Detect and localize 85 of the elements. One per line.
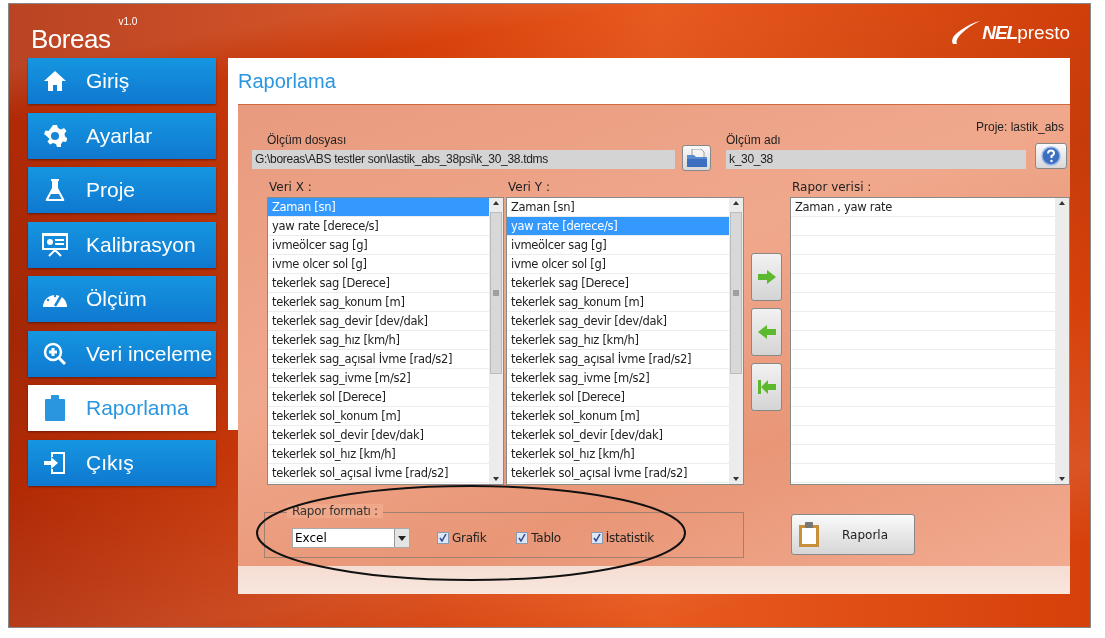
list-item[interactable]: tekerlek sol_açısal İvme [rad/s2] [268,464,489,483]
dropdown-arrow-icon[interactable] [398,535,406,541]
settings-icon [43,123,67,148]
sidebar-item[interactable]: Ölçüm [28,276,216,322]
list-item[interactable]: tekerlek sag [Derece] [268,274,489,293]
list-item[interactable]: tekerlek sag_hız [km/h] [268,331,489,350]
list-item[interactable]: tekerlek sol_devir [dev/dak] [268,426,489,445]
checkbox[interactable]: Grafik [437,531,487,545]
checkmark-icon [592,534,601,542]
group-label: Rapor formatı : [287,504,383,518]
file-path-field[interactable]: G:\boreas\ABS testler son\lastik_abs_38psi\k_30_38.tdms [252,150,675,169]
list-item[interactable]: tekerlek sag_konum [m] [268,293,489,312]
list-item[interactable]: tekerlek sol_hız [km/h] [268,445,489,464]
flask-icon [45,178,65,202]
list-label: Veri Y : [507,180,551,196]
help-button[interactable] [1035,143,1067,169]
list-item[interactable]: tekerlek sol_açısal İvme [rad/s2] [507,464,729,483]
home-icon [43,70,67,92]
sidebar-item[interactable]: Ayarlar [28,112,216,159]
list-item[interactable]: tekerlek sol_konum [m] [507,407,729,426]
presentation-board-icon [42,232,68,257]
list-item[interactable]: ivme olcer sol [g] [268,255,489,274]
list-item[interactable]: tekerlek sol_konum [m] [268,407,489,426]
format-dropdown[interactable]: Excel [292,528,410,548]
list-item[interactable]: tekerlek sag_konum [m] [507,293,729,312]
zoom-in-icon [43,341,67,366]
add-button[interactable] [751,253,782,301]
logo-mark: NEL [982,22,1018,44]
open-folder-button[interactable] [682,145,711,171]
sidebar-item[interactable]: Proje [28,167,216,213]
sidebar-item[interactable]: Giriş [28,58,216,104]
list-label: Rapor verisi : [791,180,873,196]
list-item[interactable]: tekerlek sol_devir [dev/dak] [507,426,729,445]
checkmark-icon [439,534,447,542]
help-icon [1041,146,1061,166]
first-arrow-icon [757,380,776,394]
clipboard-icon [798,521,820,548]
grip-icon [493,290,499,296]
list-item[interactable]: tekerlek sag [Derece] [507,274,729,293]
list-box[interactable]: Zaman , yaw rate [790,197,1070,485]
swoosh-icon [951,20,982,46]
list-box[interactable] [267,197,504,485]
list-item[interactable]: tekerlek sag_ivme [m/s2] [507,369,729,388]
logo-text: presto [1017,22,1070,44]
measurement-name-field[interactable]: k_30_38 [726,150,1026,169]
list-item[interactable]: tekerlek sag_ivme [m/s2] [268,369,489,388]
checkmark-icon [518,534,527,542]
report-button[interactable]: Raporla [791,514,915,555]
folder-icon [685,149,708,167]
checkbox[interactable]: İstatistik [590,531,654,545]
clear-button[interactable] [751,363,782,411]
page-title: Raporlama [238,69,336,93]
list-item[interactable]: tekerlek sag_devir [dev/dak] [268,312,489,331]
sidebar-item[interactable]: Kalibrasyon [28,221,216,268]
list-item[interactable]: tekerlek sag_açısal İvme [rad/s2] [268,350,489,369]
list-item[interactable]: ivmeölcer sag [g] [268,236,489,255]
list-box[interactable] [506,197,744,485]
sidebar-item[interactable]: Çıkış [28,439,216,486]
list-item[interactable]: tekerlek sol [Derece] [507,388,729,407]
version-label: v1.0 [118,16,138,29]
checkbox[interactable]: Tablo [516,531,561,545]
grip-icon [733,290,739,296]
list-item[interactable]: ivmeölcer sag [g] [507,236,729,255]
right-arrow-icon [757,270,776,284]
exit-icon [43,450,67,475]
scrollbar[interactable] [1055,198,1069,484]
sidebar-item[interactable]: Veri inceleme [28,330,216,377]
list-item[interactable]: Zaman , yaw rate [791,198,1055,217]
list-item[interactable]: tekerlek sag_hız [km/h] [507,331,729,350]
left-arrow-icon [757,325,776,339]
field-label: Ölçüm dosyası [266,133,348,149]
list-item[interactable]: tekerlek sol_hız [km/h] [507,445,729,464]
scrollbar[interactable] [729,198,743,484]
field-label: Ölçüm adı [726,133,782,149]
remove-button[interactable] [751,308,782,356]
list-item[interactable]: ivme olcer sol [g] [507,255,729,274]
list-item[interactable]: tekerlek sol [Derece] [268,388,489,407]
list-item[interactable]: yaw rate [derece/s] [268,217,489,236]
project-label: Proje: lastik_abs [975,120,1064,136]
app-title: Boreas [31,24,111,55]
list-item[interactable]: tekerlek sag_açısal İvme [rad/s2] [507,350,729,369]
list-item[interactable]: tekerlek sag_devir [dev/dak] [507,312,729,331]
clipboard-icon [45,395,65,421]
list-label: Veri X : [268,180,313,196]
scrollbar[interactable] [489,198,503,484]
